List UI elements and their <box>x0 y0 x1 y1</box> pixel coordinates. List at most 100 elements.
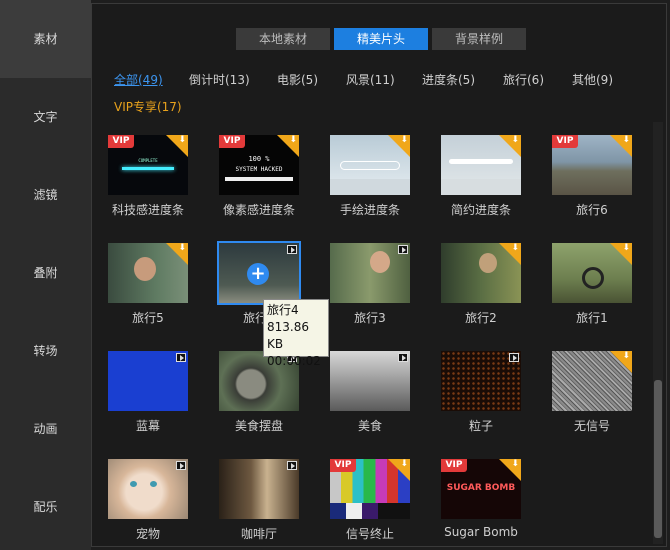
thumbnail: COMPLETE VIP ⬇ <box>108 135 188 195</box>
cyclist-graphic <box>370 251 390 273</box>
item-label: 旅行6 <box>576 203 608 217</box>
item-label: 旅行1 <box>576 311 608 325</box>
progress-bar-graphic <box>225 177 293 181</box>
download-icon: ⬇ <box>511 459 519 469</box>
filter-other[interactable]: 其他(9) <box>572 71 613 88</box>
download-icon: ⬇ <box>622 351 630 361</box>
item-label: 科技感进度条 <box>111 203 184 217</box>
download-icon: ⬇ <box>622 135 630 145</box>
video-icon <box>398 245 408 254</box>
thumbnail: ⬇ <box>330 135 410 195</box>
video-icon <box>509 353 519 362</box>
color-bar-graphic <box>330 503 410 519</box>
thumb-caption: COMPLETE <box>138 158 158 163</box>
thumbnail: ⬇ <box>552 351 632 411</box>
thumbnail <box>219 459 299 519</box>
ground-graphic <box>441 179 521 195</box>
bike-wheel-graphic <box>582 267 604 289</box>
item-label: 像素感进度条 <box>222 203 295 217</box>
thumbnail: ⬇ <box>552 243 632 303</box>
item-label: 蓝幕 <box>135 419 160 433</box>
download-icon: ⬇ <box>622 243 630 253</box>
progress-bar-graphic <box>449 159 513 164</box>
item-label: 美食 <box>357 419 382 433</box>
cyclist-graphic <box>134 257 156 281</box>
progress-bar-graphic <box>122 167 174 170</box>
vip-badge: VIP <box>441 459 467 472</box>
progress-bar-graphic <box>340 161 400 170</box>
item-label: 咖啡厅 <box>240 527 277 541</box>
filter-all[interactable]: 全部(49) <box>114 71 163 88</box>
thumbnail: ⬇ <box>108 243 188 303</box>
sidebar: 素材 文字 滤镜 叠附 转场 动画 配乐 <box>0 0 91 550</box>
sidebar-item-music[interactable]: 配乐 <box>0 468 91 546</box>
filter-travel[interactable]: 旅行(6) <box>503 71 544 88</box>
item-label: 手绘进度条 <box>339 203 400 217</box>
sidebar-item-material[interactable]: 素材 <box>0 0 91 78</box>
tab-local-material[interactable]: 本地素材 <box>236 28 330 50</box>
ground-graphic <box>330 179 410 195</box>
download-icon: ⬇ <box>289 135 297 145</box>
download-icon: ⬇ <box>511 243 519 253</box>
thumbnail: VIP ⬇ <box>330 459 410 519</box>
thumbnail: 100 % SYSTEM HACKED VIP ⬇ <box>219 135 299 195</box>
thumbnail <box>108 459 188 519</box>
thumbnail: ⬇ <box>441 243 521 303</box>
sidebar-item-filter[interactable]: 滤镜 <box>0 156 91 234</box>
sidebar-item-animation[interactable]: 动画 <box>0 390 91 468</box>
item-label: 旅行2 <box>465 311 497 325</box>
tab-intro[interactable]: 精美片头 <box>334 28 428 50</box>
vip-badge: VIP <box>108 135 134 148</box>
thumb-caption: SYSTEM HACKED <box>235 166 283 173</box>
cyclist-graphic <box>479 253 497 273</box>
thumbnail <box>330 351 410 411</box>
item-label: Sugar Bomb <box>444 525 518 539</box>
download-icon: ⬇ <box>400 135 408 145</box>
add-icon[interactable]: + <box>247 263 269 285</box>
sidebar-item-transition[interactable]: 转场 <box>0 312 91 390</box>
item-label: 简约进度条 <box>450 203 511 217</box>
item-tooltip: 旅行4 813.86 KB 00:00:02 <box>263 299 329 368</box>
download-icon: ⬇ <box>178 243 186 253</box>
thumbnail: SUGAR BOMB VIP ⬇ <box>441 459 521 519</box>
sidebar-item-overlay[interactable]: 叠附 <box>0 234 91 312</box>
sidebar-item-text[interactable]: 文字 <box>0 78 91 156</box>
filter-progress[interactable]: 进度条(5) <box>422 71 475 88</box>
thumbnail <box>441 351 521 411</box>
video-icon <box>176 353 186 362</box>
thumbnail: VIP ⬇ <box>552 135 632 195</box>
video-icon <box>176 461 186 470</box>
item-label: 宠物 <box>135 527 160 541</box>
filter-countdown[interactable]: 倒计时(13) <box>189 71 250 88</box>
video-icon <box>287 245 297 254</box>
material-panel: 本地素材 精美片头 背景样例 全部(49) 倒计时(13) 电影(5) 风景(1… <box>91 3 667 547</box>
thumbnail: ⬇ <box>441 135 521 195</box>
tab-background[interactable]: 背景样例 <box>432 28 526 50</box>
scrollbar-thumb[interactable] <box>654 380 662 538</box>
thumbnail: + <box>217 241 301 305</box>
vip-badge: VIP <box>219 135 245 148</box>
vip-badge: VIP <box>552 135 578 148</box>
item-label: 信号终止 <box>345 527 394 541</box>
thumbnail <box>108 351 188 411</box>
item-label: 无信号 <box>573 419 610 433</box>
download-icon: ⬇ <box>178 135 186 145</box>
item-label: 旅行5 <box>132 311 164 325</box>
thumbnail <box>330 243 410 303</box>
filter-movie[interactable]: 电影(5) <box>277 71 318 88</box>
video-icon <box>398 353 408 362</box>
thumb-caption: SUGAR BOMB <box>446 483 516 493</box>
scrollbar[interactable] <box>653 122 663 544</box>
video-icon <box>287 461 297 470</box>
tooltip-name: 旅行4 <box>267 303 299 317</box>
tooltip-size: 813.86 KB <box>267 320 309 351</box>
filter-scenery[interactable]: 风景(11) <box>346 71 395 88</box>
vip-badge: VIP <box>330 459 356 472</box>
tooltip-duration: 00:00:02 <box>267 354 321 368</box>
item-label: 粒子 <box>468 419 493 433</box>
item-label: 旅行3 <box>354 311 386 325</box>
cat-eye-graphic <box>130 481 137 487</box>
download-icon: ⬇ <box>400 459 408 469</box>
filter-vip[interactable]: VIP专享(17) <box>114 98 182 115</box>
item-label: 美食摆盘 <box>234 419 283 433</box>
